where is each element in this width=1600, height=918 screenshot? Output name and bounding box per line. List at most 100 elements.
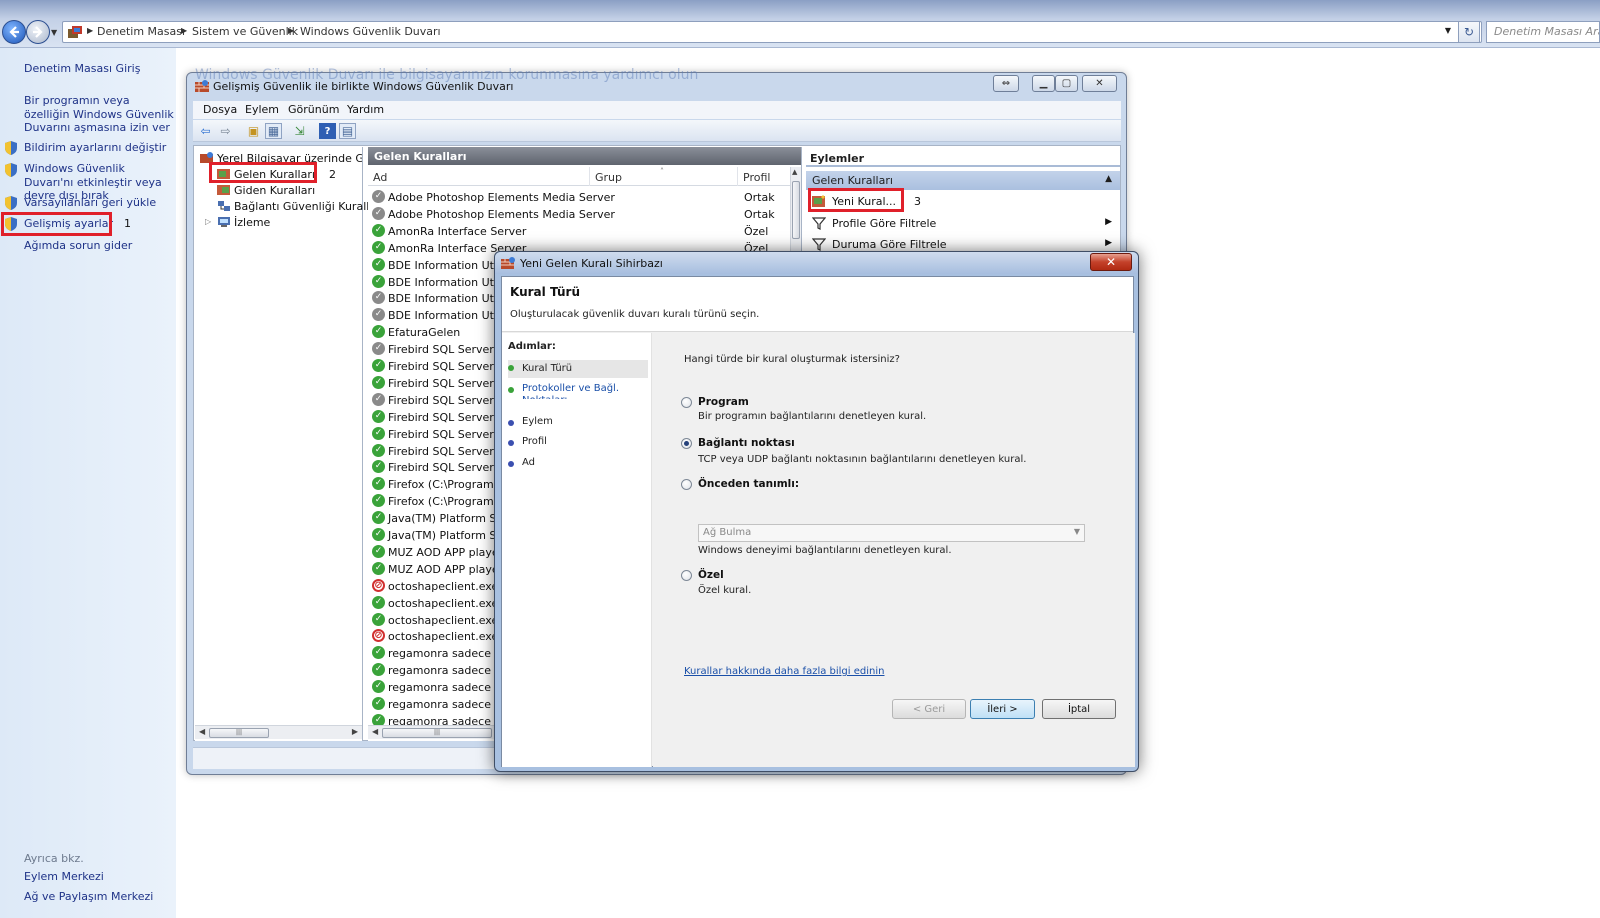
radio-custom[interactable] [681, 570, 692, 581]
rule-name: AmonRa Interface Server [388, 224, 527, 238]
tree-item-outbound-rules[interactable]: Giden Kuralları [234, 184, 315, 197]
forward-arrow-icon[interactable]: ⇨ [217, 123, 234, 139]
restore-size-button[interactable]: ⇔ [993, 75, 1019, 92]
step-current-dot [508, 365, 514, 371]
sidebar-item-troubleshoot[interactable]: Ağımda sorun gider [24, 239, 174, 253]
wizard-body: Kural Türü Oluşturulacak güvenlik duvarı… [501, 276, 1135, 767]
tree-item-connection-security[interactable]: Bağlantı Güvenliği Kuralları [234, 200, 384, 213]
allow-rule-icon: ✓ [372, 646, 385, 660]
maximize-button[interactable]: ▢ [1055, 75, 1078, 92]
breadcrumb-system-security[interactable]: Sistem ve Güvenlik [192, 25, 298, 38]
column-group[interactable]: Grup [590, 167, 738, 186]
rule-row[interactable]: ✓ AmonRa Interface Server Özel [372, 223, 792, 240]
wizard-page-subtitle: Oluşturulacak güvenlik duvarı kuralı tür… [510, 309, 760, 320]
sidebar-item-home[interactable]: Denetim Masası Giriş [24, 62, 174, 76]
scroll-left-icon[interactable]: ◀ [199, 727, 205, 736]
scroll-thumb[interactable] [792, 181, 800, 239]
menu-action[interactable]: Eylem [245, 103, 279, 116]
rules-list-title: Gelen Kuralları [368, 147, 801, 165]
breadcrumb-firewall[interactable]: Windows Güvenlik Duvarı [300, 25, 441, 38]
allow-rule-icon: ✓ [372, 494, 385, 508]
action-pane-icon[interactable]: ▤ [339, 123, 356, 139]
help-icon[interactable]: ? [319, 123, 336, 139]
close-icon: ✕ [1105, 255, 1117, 269]
option-label: Bağlantı noktası [698, 437, 795, 449]
predefined-description: Windows deneyimi bağlantılarını denetley… [698, 545, 952, 556]
expand-arrow-icon[interactable]: ▷ [205, 217, 211, 226]
recent-pages-dropdown-icon[interactable]: ▼ [51, 28, 57, 37]
rule-profile: Özel [744, 224, 769, 238]
sidebar-item-allow-program[interactable]: Bir programın veya özelliğin Windows Güv… [24, 94, 174, 135]
wizard-header: Kural Türü Oluşturulacak güvenlik duvarı… [502, 277, 1133, 332]
sidebar-item-notifications[interactable]: Bildirim ayarlarını değiştir [24, 141, 174, 155]
allow-rule-icon: ✓ [372, 223, 385, 237]
allow-rule-icon: ✓ [372, 680, 385, 694]
sidebar-item-action-center[interactable]: Eylem Merkezi [24, 870, 174, 884]
column-profile[interactable]: Profil [738, 167, 791, 186]
step-marker-3: 3 [914, 195, 921, 208]
up-folder-icon[interactable]: ▣ [245, 123, 262, 139]
scroll-right-icon[interactable]: ▶ [352, 727, 358, 736]
menu-file[interactable]: Dosya [203, 103, 237, 116]
wizard-titlebar[interactable]: Yeni Gelen Kuralı Sihirbazı ✕ [495, 252, 1138, 274]
learn-more-link[interactable]: Kurallar hakkında daha fazla bilgi edini… [684, 666, 884, 677]
close-button[interactable]: ✕ [1082, 75, 1117, 92]
sidebar-item-network-center[interactable]: Ağ ve Paylaşım Merkezi [24, 890, 174, 904]
column-name[interactable]: Ad [368, 167, 590, 186]
collapse-icon[interactable]: ▲ [1105, 174, 1112, 184]
rule-profile: Ortak [744, 207, 775, 221]
breadcrumb-control-panel[interactable]: Denetim Masası [97, 25, 185, 38]
back-button[interactable]: < Geri [892, 699, 966, 719]
radio-program[interactable] [681, 397, 692, 408]
mmc-toolbar: ⇦ ⇨ ▣ ▦ ⇲ ? ▤ [193, 120, 1121, 142]
scroll-left-icon[interactable]: ◀ [372, 727, 378, 736]
close-icon: ✕ [1095, 78, 1104, 89]
rule-name: MUZ AOD APP player [388, 545, 504, 559]
scroll-thumb[interactable]: ||| [382, 728, 492, 738]
option-label: Önceden tanımlı: [698, 478, 800, 490]
rule-row[interactable]: ✓ Adobe Photoshop Elements Media Server Or… [372, 189, 792, 206]
breadcrumb-separator-icon: ▶ [181, 26, 188, 35]
option-description: Özel kural. [698, 585, 752, 596]
tree-horizontal-scrollbar[interactable]: ◀ ||| ▶ [195, 725, 362, 739]
export-list-icon[interactable]: ⇲ [291, 123, 308, 139]
window-titlebar[interactable]: Gelişmiş Güvenlik ile birlikte Windows G… [187, 73, 1126, 99]
back-button[interactable] [2, 20, 26, 44]
menu-view[interactable]: Görünüm [288, 103, 339, 116]
step-label: Ad [522, 457, 536, 468]
rule-name: Firefox (C:\Program Fil [388, 495, 509, 509]
show-hide-tree-icon[interactable]: ▦ [265, 123, 282, 139]
sidebar-item-restore-defaults[interactable]: Varsayılanları geri yükle [24, 196, 174, 210]
search-input[interactable]: Denetim Masası Ara [1486, 21, 1600, 43]
tree-item-monitoring[interactable]: İzleme [234, 216, 270, 229]
highlight-inbound-rules [209, 162, 317, 183]
step-action: Eylem [508, 416, 648, 430]
cancel-button[interactable]: İptal [1042, 699, 1116, 719]
step-label: Protokoller ve Bağl. Noktaları [522, 383, 619, 399]
address-bar[interactable]: ▶ Denetim Masası ▶ Sistem ve Güvenlik ▶ … [62, 21, 1482, 43]
radio-predefined[interactable] [681, 479, 692, 490]
rule-profile: Ortak [744, 191, 775, 204]
refresh-button[interactable]: ↻ [1458, 21, 1480, 43]
wizard-close-button[interactable]: ✕ [1090, 253, 1132, 271]
action-filter-profile[interactable]: Profile Göre Filtrele [832, 217, 936, 230]
resize-icon: ⇔ [1001, 78, 1011, 89]
radio-port[interactable] [681, 438, 692, 449]
menu-help[interactable]: Yardım [347, 103, 384, 116]
block-rule-icon: ⊘ [372, 578, 385, 592]
rule-name: octoshapeclient.exe [388, 613, 499, 627]
forward-button[interactable] [26, 20, 50, 44]
allow-rule-icon: ✓ [372, 274, 385, 288]
scroll-thumb[interactable]: ||| [209, 728, 269, 738]
steps-heading: Adımlar: [508, 341, 556, 352]
disabled-rule-icon: ✓ [372, 190, 385, 203]
action-filter-state[interactable]: Duruma Göre Filtrele [832, 238, 947, 251]
scroll-up-icon[interactable]: ▲ [792, 168, 797, 176]
minimize-button[interactable]: ▁ [1032, 75, 1055, 92]
rule-row[interactable]: ✓ Adobe Photoshop Elements Media Server Or… [372, 206, 792, 223]
next-button[interactable]: İleri > [970, 699, 1035, 719]
filter-icon [812, 217, 826, 230]
address-dropdown-icon[interactable]: ▼ [1445, 26, 1451, 35]
wizard-title: Yeni Gelen Kuralı Sihirbazı [520, 257, 663, 270]
back-arrow-icon[interactable]: ⇦ [197, 123, 214, 139]
